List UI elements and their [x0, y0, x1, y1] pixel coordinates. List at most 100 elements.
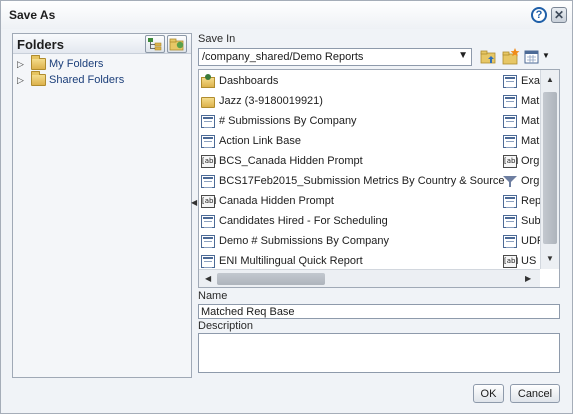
scroll-left-icon[interactable]: ◀ [205, 274, 211, 283]
list-item-label: Mat [521, 95, 540, 107]
list-item[interactable]: [ab] Canada Hidden Prompt [201, 192, 501, 210]
save-in-path-value: /company_shared/Demo Reports [202, 51, 364, 63]
file-list: Dashboards Jazz (3-9180019921) # Submiss… [198, 69, 560, 288]
title-bar: Save As ? ✕ [1, 1, 572, 29]
folder-icon [31, 71, 46, 86]
list-item[interactable]: Rep [503, 192, 543, 210]
list-item[interactable]: ENI Multilingual Quick Report [201, 252, 501, 270]
folders-header: Folders [13, 34, 191, 54]
list-item-label: Jazz (3-9180019921) [219, 95, 323, 107]
list-item[interactable]: Candidates Hired - For Scheduling [201, 212, 501, 230]
name-label: Name [198, 290, 228, 302]
report-icon [201, 134, 215, 148]
list-item[interactable]: [ab] Org [503, 152, 543, 170]
tree-item-my-folders[interactable]: ▷ My Folders [17, 55, 187, 72]
list-item[interactable]: # Submissions By Company [201, 112, 501, 130]
tree-item-label: Shared Folders [49, 74, 125, 86]
expand-arrow-icon[interactable]: ▷ [17, 75, 27, 86]
tree-item-shared-folders[interactable]: ▷ Shared Folders [17, 71, 187, 88]
cancel-button[interactable]: Cancel [510, 384, 560, 403]
list-item-label: Mat [521, 135, 540, 147]
vertical-scrollbar[interactable]: ▲ ▼ [540, 70, 559, 269]
prompt-icon: [ab] [503, 254, 518, 268]
list-item-label: Mat [521, 115, 540, 127]
list-item-label: # Submissions By Company [219, 115, 357, 127]
report-icon [201, 114, 215, 128]
list-item[interactable]: Jazz (3-9180019921) [201, 92, 501, 110]
list-item-label: BCS17Feb2015_Submission Metrics By Count… [219, 175, 505, 187]
scroll-right-icon[interactable]: ▶ [525, 274, 531, 283]
scroll-up-icon[interactable]: ▲ [546, 75, 554, 84]
description-input[interactable] [198, 333, 560, 373]
report-icon [503, 114, 517, 128]
list-item[interactable]: Sub [503, 212, 543, 230]
list-item[interactable]: Exa [503, 72, 543, 90]
list-item-label: Action Link Base [219, 135, 301, 147]
report-icon [503, 234, 517, 248]
list-item-label: Rep [521, 195, 542, 207]
dashboard-folder-icon [201, 73, 215, 88]
list-item-label: Dashboards [219, 75, 279, 87]
report-icon [503, 74, 517, 88]
dropdown-arrow-icon[interactable]: ▼ [458, 50, 468, 61]
help-icon[interactable]: ? [531, 7, 547, 23]
tree-view-icon[interactable] [145, 35, 165, 53]
tree-item-label: My Folders [49, 58, 104, 70]
new-folder-icon[interactable] [501, 47, 521, 67]
list-item-label: ENI Multilingual Quick Report [219, 255, 363, 267]
report-icon [201, 234, 215, 248]
list-item[interactable]: Dashboards [201, 72, 501, 90]
report-icon [503, 194, 517, 208]
folder-up-icon[interactable] [479, 47, 499, 67]
list-item-label: Org [521, 155, 540, 167]
dialog-title: Save As [9, 8, 56, 22]
list-item[interactable]: [ab] BCS_Canada Hidden Prompt [201, 152, 501, 170]
report-icon [201, 214, 215, 228]
save-in-path-select[interactable]: /company_shared/Demo Reports ▼ [198, 48, 472, 66]
list-item-label: Exa [521, 75, 540, 87]
name-input[interactable] [198, 304, 560, 319]
new-folder-icon[interactable] [167, 35, 187, 53]
list-item[interactable]: Action Link Base [201, 132, 501, 150]
close-icon[interactable]: ✕ [551, 7, 567, 23]
view-options-icon[interactable] [523, 47, 543, 67]
list-item[interactable]: Mat [503, 112, 543, 130]
ok-button[interactable]: OK [473, 384, 504, 403]
list-item-label: BCS_Canada Hidden Prompt [219, 155, 363, 167]
report-icon [503, 94, 517, 108]
list-item[interactable]: Mat [503, 132, 543, 150]
prompt-icon: [ab] [201, 154, 216, 168]
horizontal-scrollbar[interactable]: ◀ ▶ [199, 269, 540, 287]
list-item-label: Org [521, 175, 540, 187]
list-item-label: Canada Hidden Prompt [219, 195, 334, 207]
report-icon [201, 174, 215, 188]
save-in-label: Save In [198, 33, 236, 45]
report-icon [201, 254, 215, 268]
save-as-dialog: Save As ? ✕ Folders ▷ My Folders ▷ Share… [0, 0, 573, 414]
folder-icon [31, 55, 46, 70]
report-icon [503, 214, 517, 228]
chevron-down-icon[interactable]: ▼ [542, 51, 552, 71]
list-item[interactable]: BCS17Feb2015_Submission Metrics By Count… [201, 172, 505, 190]
list-item-label: Candidates Hired - For Scheduling [219, 215, 388, 227]
list-item[interactable]: Mat [503, 92, 543, 110]
expand-arrow-icon[interactable]: ▷ [17, 59, 27, 70]
collapse-pane-handle-icon[interactable]: ◀ [191, 198, 197, 208]
filter-icon [503, 175, 517, 188]
list-item-label: Sub [521, 215, 541, 227]
folders-title: Folders [17, 37, 64, 52]
list-item[interactable]: [ab] US I [503, 252, 543, 270]
list-item[interactable]: UDF [503, 232, 543, 250]
list-item[interactable]: Org [503, 172, 543, 190]
vertical-scroll-thumb[interactable] [543, 92, 557, 244]
folder-icon [201, 96, 215, 108]
report-icon [503, 134, 517, 148]
description-label: Description [198, 320, 254, 332]
prompt-icon: [ab] [201, 194, 216, 208]
prompt-icon: [ab] [503, 154, 518, 168]
scroll-down-icon[interactable]: ▼ [546, 254, 554, 263]
list-item-label: Demo # Submissions By Company [219, 235, 389, 247]
folders-panel: Folders ▷ My Folders ▷ Shared Folders [12, 33, 192, 378]
horizontal-scroll-thumb[interactable] [217, 273, 325, 285]
list-item[interactable]: Demo # Submissions By Company [201, 232, 501, 250]
